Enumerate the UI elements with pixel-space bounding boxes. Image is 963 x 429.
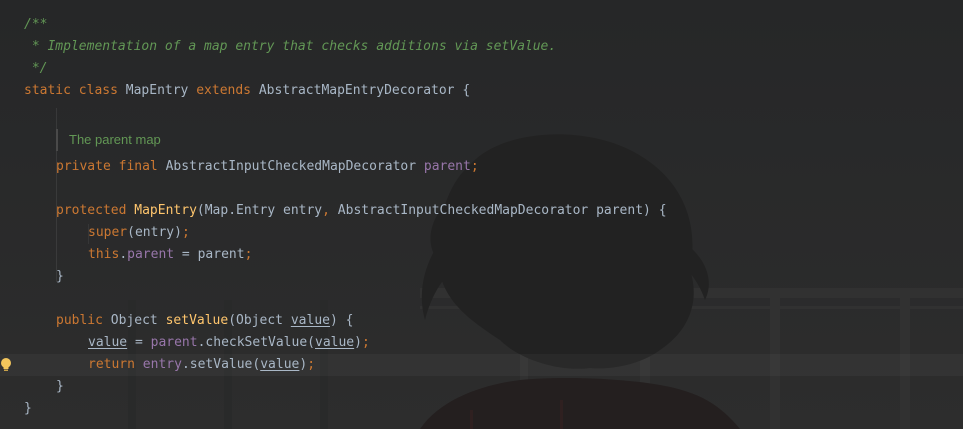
semicolon: ; <box>470 159 479 174</box>
keyword-final: final <box>118 159 158 174</box>
variable-value: value <box>88 335 128 350</box>
comma: , <box>322 203 330 218</box>
code-line: static class MapEntry extends AbstractMa… <box>0 80 963 102</box>
close-paren: ) <box>299 357 308 372</box>
code-line: } <box>0 376 963 398</box>
assignment: = parent <box>174 247 245 262</box>
field-parent: parent <box>423 159 471 174</box>
code-line: /** <box>0 14 963 36</box>
constructor-name: MapEntry <box>134 203 197 218</box>
code-line: super(entry); <box>0 222 963 244</box>
method-name: setValue <box>165 313 229 328</box>
argument-value: value <box>260 357 300 372</box>
keyword-static: static <box>24 83 71 98</box>
return-type: Object <box>102 313 166 328</box>
code-line: } <box>0 398 963 420</box>
field-entry: entry <box>142 357 182 372</box>
code-line: protected MapEntry(Map.Entry entry, Abst… <box>0 200 963 222</box>
code-line-current: return entry.setValue(value); <box>0 354 963 376</box>
open-brace: { <box>462 83 471 98</box>
semicolon: ; <box>361 335 370 350</box>
keyword-return: return <box>88 357 135 372</box>
assignment: = <box>127 335 151 350</box>
rendered-doc-comment[interactable]: The parent map <box>56 129 161 151</box>
code-editor[interactable]: /** * Implementation of a map entry that… <box>0 14 963 420</box>
close-brace: } <box>56 379 64 394</box>
argument-value: value <box>315 335 355 350</box>
method-call: .checkSetValue( <box>197 335 315 350</box>
param-type: (Object <box>228 313 291 328</box>
keyword-protected: protected <box>56 203 127 218</box>
lightbulb-icon[interactable] <box>0 357 12 373</box>
keyword-class: class <box>78 83 118 98</box>
keyword-private: private <box>56 159 111 174</box>
close-brace: } <box>24 401 32 416</box>
class-name: MapEntry <box>125 83 189 98</box>
code-line: */ <box>0 58 963 80</box>
code-line: The parent map <box>0 124 963 156</box>
semicolon: ; <box>307 357 316 372</box>
code-line: value = parent.checkSetValue(value); <box>0 332 963 354</box>
keyword-public: public <box>56 313 103 328</box>
dot: . <box>119 247 128 262</box>
keyword-extends: extends <box>196 83 252 98</box>
superclass-name: AbstractMapEntryDecorator <box>258 83 455 98</box>
type-name: AbstractInputCheckedMapDecorator <box>165 159 417 174</box>
method-call: .setValue( <box>181 357 261 372</box>
keyword-super: super <box>88 225 128 240</box>
param-entry: (Map.Entry entry <box>196 203 323 218</box>
semicolon: ; <box>244 247 253 262</box>
code-line: this.parent = parent; <box>0 244 963 266</box>
param-parent: AbstractInputCheckedMapDecorator parent)… <box>329 203 667 218</box>
code-line: } <box>0 266 963 288</box>
code-line: private final AbstractInputCheckedMapDec… <box>0 156 963 178</box>
param-value: value <box>290 313 330 328</box>
param-close: ) { <box>329 313 354 328</box>
field-parent: parent <box>127 247 175 262</box>
code-line: * Implementation of a map entry that che… <box>0 36 963 58</box>
doc-comment-close: */ <box>24 61 48 76</box>
close-brace: } <box>56 269 64 284</box>
doc-comment-text: * Implementation of a map entry that che… <box>24 39 557 54</box>
close-paren: ) <box>354 335 362 350</box>
doc-comment-open: /** <box>24 17 48 32</box>
field-parent: parent <box>150 335 198 350</box>
code-line: public Object setValue(Object value) { <box>0 310 963 332</box>
super-args: (entry) <box>127 225 182 240</box>
semicolon: ; <box>181 225 190 240</box>
keyword-this: this <box>88 247 120 262</box>
